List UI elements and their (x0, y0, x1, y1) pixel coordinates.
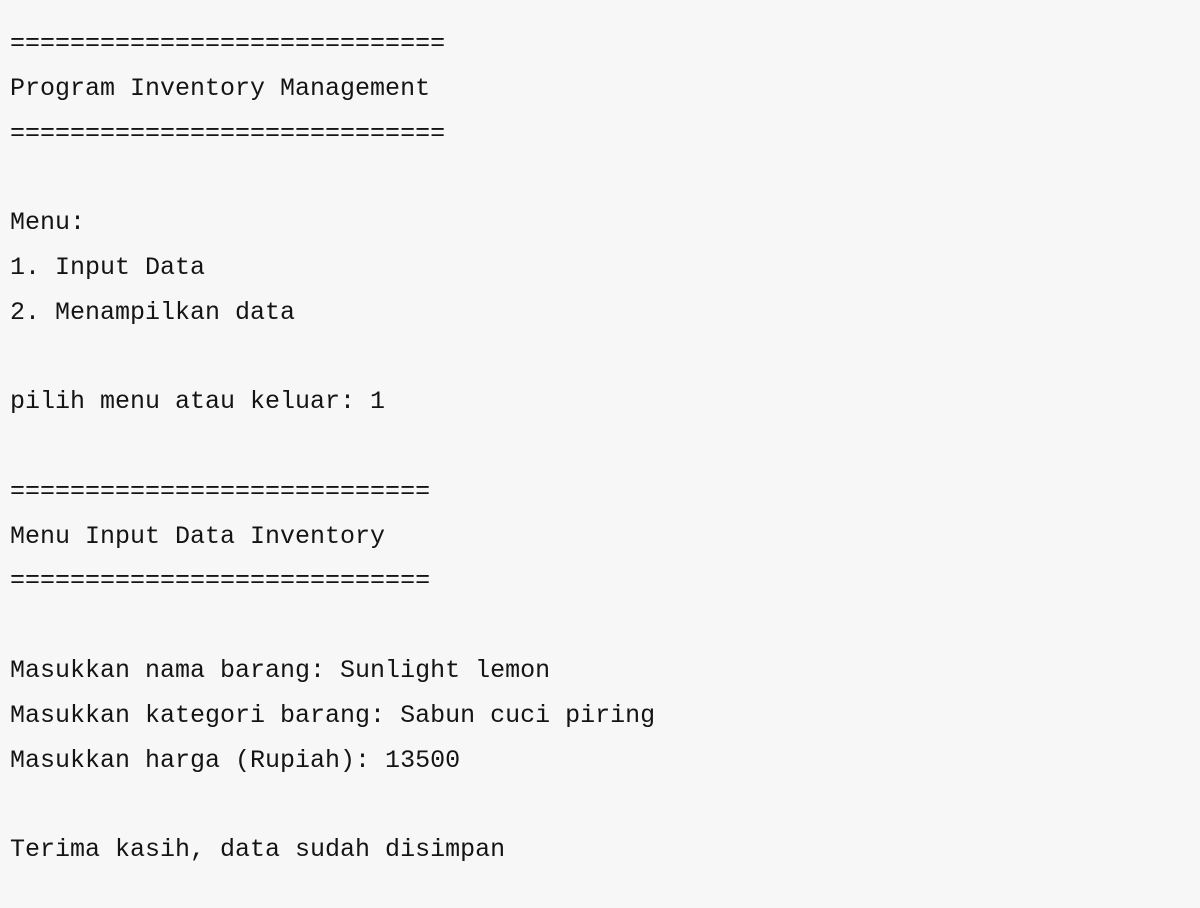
menu-prompt: pilih menu atau keluar: 1 (10, 387, 386, 416)
menu-option-show-data: 2. Menampilkan data (10, 298, 296, 327)
menu-option-input-data: 1. Input Data (10, 253, 206, 282)
header-rule-bottom: ============================= (10, 119, 446, 148)
section-rule-top: ============================ (10, 477, 431, 506)
section-rule-bottom: ============================ (10, 566, 431, 595)
program-title: Program Inventory Management (10, 74, 431, 103)
menu-heading: Menu: (10, 208, 86, 237)
input-name-line: Masukkan nama barang: Sunlight lemon (10, 656, 551, 685)
console-output: ============================= Program In… (0, 0, 1200, 908)
input-category-line: Masukkan kategori barang: Sabun cuci pir… (10, 701, 656, 730)
confirmation-message: Terima kasih, data sudah disimpan (10, 835, 506, 864)
input-price-line: Masukkan harga (Rupiah): 13500 (10, 746, 461, 775)
header-rule-top: ============================= (10, 29, 446, 58)
section-title: Menu Input Data Inventory (10, 522, 386, 551)
